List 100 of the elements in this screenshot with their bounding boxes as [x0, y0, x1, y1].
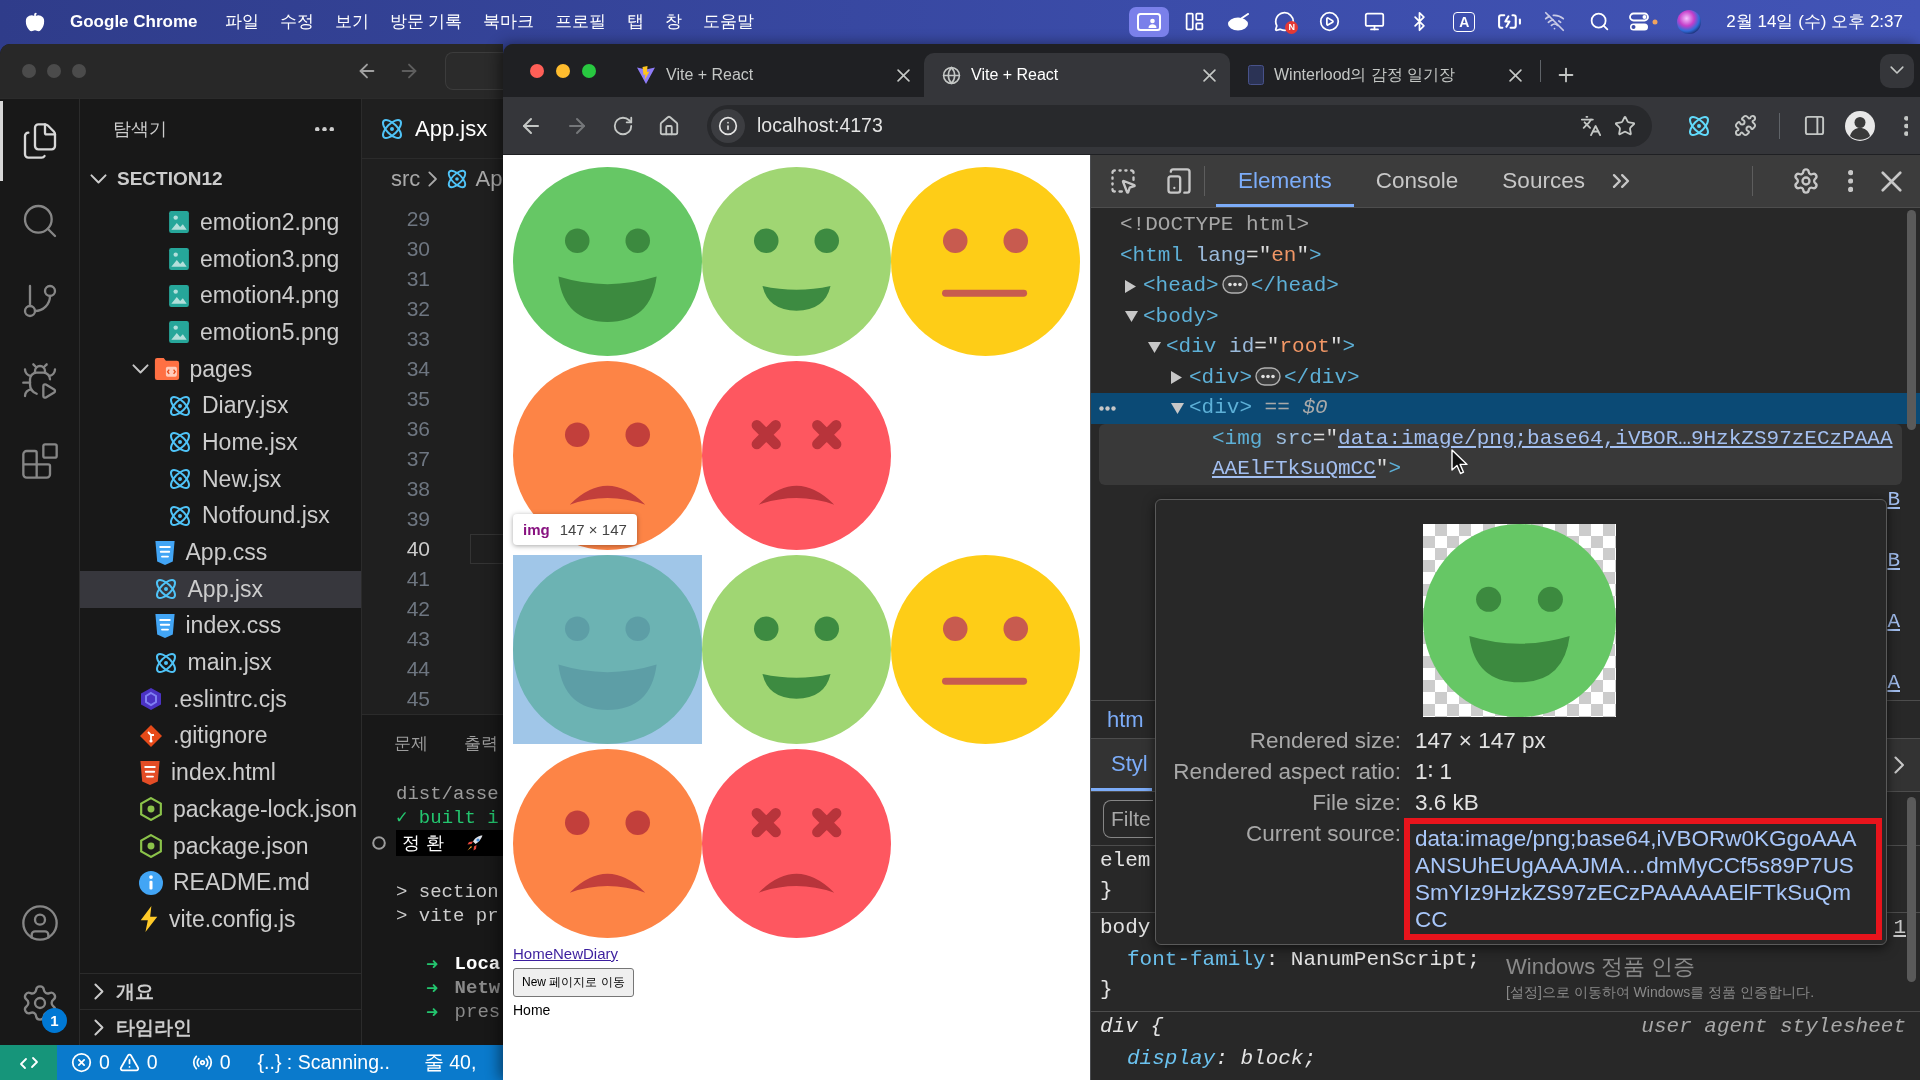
avatar-icon[interactable] [1845, 110, 1875, 141]
close-icon[interactable] [1881, 170, 1902, 192]
file-tree-item[interactable]: emotion4.png [80, 277, 361, 315]
file-tree-item[interactable]: Diary.jsx [80, 387, 361, 425]
activity-button[interactable]: 1 [0, 963, 79, 1043]
breadcrumb-item[interactable]: src [391, 166, 421, 192]
source-link[interactable]: 1 [1893, 913, 1906, 943]
inspect-element-icon[interactable] [1109, 167, 1137, 195]
side-panel-icon[interactable] [1802, 114, 1826, 137]
source-link[interactable]: A [1887, 606, 1900, 668]
source-link[interactable]: AAElFTkSuQmCC [1212, 457, 1376, 480]
menu-item[interactable]: 방문 기록 [389, 10, 463, 33]
close-icon[interactable] [1203, 68, 1216, 82]
file-tree-item[interactable]: main.jsx [80, 644, 361, 681]
folder-tree-item[interactable]: pages [80, 350, 361, 388]
zoom-window-button[interactable] [582, 63, 596, 78]
source-link[interactable]: data:image/png;base64,iVBORw0KGgoAAAANSUhEUgAAAJMA…dmMyCCf5s89P7USSmYIz9HzkZS97zECzPAAAAAElFTkSuQmCC [1415, 825, 1865, 933]
home-icon[interactable] [658, 114, 680, 137]
more-icon[interactable] [1847, 170, 1853, 192]
status-menu-button[interactable]: N [1264, 6, 1305, 37]
file-tree-item[interactable]: package.json [80, 827, 361, 865]
layout-icon[interactable] [1183, 11, 1205, 32]
source-link[interactable]: data:image/png;base64,iVBOR…9HzkZS97zECzPAAA [1338, 426, 1893, 450]
browser-tab[interactable]: Vite + React [618, 53, 924, 97]
navigate-button[interactable]: New 페이지로 이동 [513, 968, 634, 997]
source-link[interactable]: B [1887, 484, 1900, 546]
url-text[interactable]: localhost:4173 [757, 114, 883, 137]
chat-icon[interactable] [1273, 11, 1295, 32]
nav-link[interactable]: New [553, 945, 584, 963]
browser-tab[interactable]: Vite + React [924, 53, 1230, 97]
monitor-icon[interactable] [1363, 11, 1385, 32]
screen-person-icon[interactable] [1137, 12, 1162, 31]
styles-tab[interactable]: Styl [1091, 739, 1152, 791]
command-center-field[interactable] [445, 52, 503, 90]
nav-link[interactable]: Diary [583, 945, 619, 963]
devtools-tab[interactable]: Elements [1216, 155, 1354, 207]
file-tree-item[interactable]: README.md [80, 864, 361, 902]
folder-tree-item[interactable]: SECTION12 [80, 159, 361, 199]
app-menu[interactable]: Google Chrome [70, 11, 198, 32]
source-link[interactable]: A [1887, 667, 1900, 700]
file-tree-item[interactable]: index.css [80, 607, 361, 645]
menu-item[interactable]: 보기 [334, 10, 369, 33]
cursor-position-button[interactable]: 줄 40, [417, 1045, 483, 1080]
chevron-right-icon[interactable] [1893, 756, 1904, 774]
play-icon[interactable] [1318, 11, 1340, 32]
triangle-right-icon[interactable] [1171, 371, 1182, 385]
devtools-tab[interactable]: Sources [1480, 155, 1607, 207]
menu-item[interactable]: 탭 [627, 10, 645, 33]
nav-link[interactable]: Home [513, 945, 553, 963]
triangle-right-icon[interactable] [1125, 279, 1136, 293]
collapsed-section[interactable]: 개요 [80, 973, 361, 1009]
dom-node[interactable]: <img src="data:image/png;base64,iVBOR…9HzkZS97zECzPAAA AAElFTkSuQmCC"> [1099, 423, 1902, 485]
remote-button[interactable] [0, 1045, 57, 1080]
orb-icon[interactable] [1677, 9, 1702, 34]
triangle-down-icon[interactable] [1125, 311, 1138, 323]
panel-tab[interactable]: 문제 [394, 728, 428, 760]
extensions-icon[interactable] [1733, 114, 1757, 137]
menu-item[interactable]: 파일 [224, 10, 259, 33]
language-status-button[interactable]: {..} : Scanning.. [251, 1045, 396, 1080]
close-icon[interactable] [897, 68, 910, 82]
triangle-down-icon[interactable] [1148, 341, 1161, 353]
devtools-tab[interactable]: Console [1353, 155, 1481, 207]
panel-tab[interactable]: 출력 [464, 728, 498, 760]
file-tree-item[interactable]: .eslintrc.cjs [80, 680, 361, 718]
dom-node[interactable]: <head> </head> [1091, 271, 1920, 302]
dom-node[interactable]: <div> </div> [1091, 362, 1920, 393]
site-info-button[interactable] [711, 108, 745, 143]
settings-icon[interactable] [1791, 167, 1820, 195]
file-tree-item[interactable]: Notfound.jsx [80, 497, 361, 535]
file-tree-item[interactable]: App.css [80, 534, 361, 571]
breadcrumb-item[interactable]: Ap [475, 166, 503, 192]
browser-tab[interactable]: Winterlood의 감정 일기장 [1230, 53, 1536, 97]
breadcrumb-link[interactable]: htm [1107, 706, 1144, 733]
more-icon[interactable] [315, 126, 334, 132]
source-link[interactable]: B [1887, 545, 1900, 607]
dom-node[interactable]: <html lang="en"> [1091, 240, 1920, 271]
more-icon[interactable] [1903, 115, 1909, 136]
file-tree-item[interactable]: emotion2.png [80, 204, 361, 241]
file-tree-item[interactable]: emotion3.png [80, 240, 361, 278]
reload-icon[interactable] [612, 114, 634, 137]
blob-icon[interactable] [1227, 12, 1252, 31]
devices-icon[interactable] [1165, 167, 1193, 195]
dom-node[interactable]: <!DOCTYPE html> [1091, 210, 1920, 241]
file-tree-item[interactable]: index.html [80, 754, 361, 791]
address-bar[interactable]: localhost:4173 [707, 104, 1652, 147]
file-tree-item[interactable]: vite.config.js [80, 901, 361, 938]
file-tree-item[interactable]: Home.jsx [80, 424, 361, 461]
filter-field[interactable]: Filte [1103, 799, 1153, 838]
ellipsis-pill-icon[interactable] [1221, 275, 1248, 294]
ports-button[interactable]: 0 [185, 1045, 237, 1080]
tab-list-button[interactable] [1880, 53, 1914, 88]
file-tree-item[interactable]: package-lock.json [80, 791, 361, 828]
translate-icon[interactable] [1580, 114, 1602, 137]
editor-tab[interactable]: App.jsx [362, 99, 503, 158]
close-window-button[interactable] [530, 63, 544, 78]
menu-item[interactable]: 창 [665, 10, 683, 33]
menu-item[interactable]: 프로필 [555, 10, 607, 33]
file-tree-item[interactable]: New.jsx [80, 460, 361, 498]
bookmark-star-icon[interactable] [1614, 114, 1636, 137]
triangle-down-icon[interactable] [1171, 402, 1184, 414]
